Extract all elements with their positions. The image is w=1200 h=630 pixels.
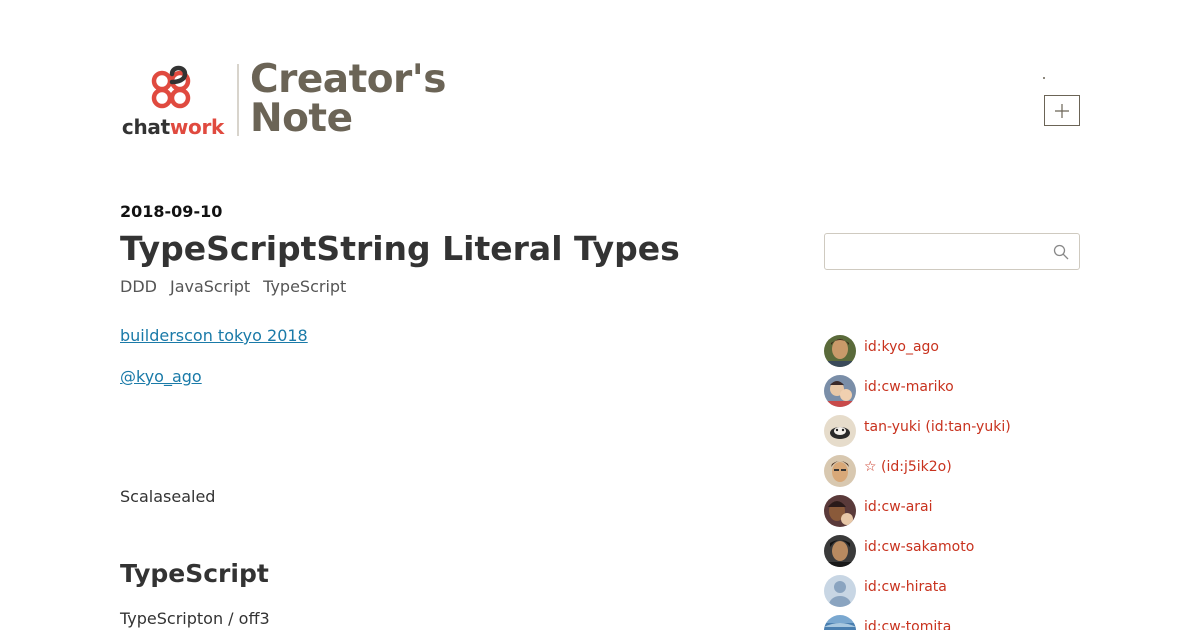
add-button[interactable] (1044, 95, 1080, 126)
site-title[interactable]: Creator's Note (250, 60, 446, 138)
tag-typescript[interactable]: TypeScript (263, 277, 346, 297)
chatwork-logo: chatwork (120, 62, 226, 138)
wordmark-chat: chat (121, 115, 170, 139)
builderscon-link[interactable]: builderscon tokyo 2018 (120, 326, 740, 346)
tag-ddd[interactable]: DDD (120, 277, 157, 297)
body-links: builderscon tokyo 2018 @kyo_ago (120, 326, 740, 387)
author-link[interactable]: id:cw-tomita (864, 617, 951, 630)
avatar[interactable] (824, 575, 856, 607)
author-item: id:cw-arai (824, 495, 1124, 527)
article: 2018-09-10 TypeScriptString Literal Type… (120, 200, 740, 628)
post-title[interactable]: TypeScriptString Literal Types (120, 227, 740, 271)
wordmark-work: work (169, 115, 225, 139)
avatar-image (824, 495, 856, 527)
plus-icon (1055, 103, 1069, 118)
avatar[interactable] (824, 495, 856, 527)
author-item: id:cw-sakamoto (824, 535, 1124, 567)
author-item: id:cw-mariko (824, 375, 1124, 407)
author-list: id:kyo_ago id:cw-mariko tan-yuki (id:tan… (824, 335, 1124, 630)
avatar-image (824, 455, 856, 487)
section-heading: TypeScript (120, 559, 269, 588)
author-link[interactable]: tan-yuki (id:tan-yuki) (864, 417, 1011, 437)
avatar[interactable] (824, 615, 856, 630)
search-icon[interactable] (1053, 244, 1069, 260)
search-box (824, 233, 1080, 270)
brand-divider (237, 64, 239, 136)
chatwork-wordmark: chatwork (122, 116, 224, 138)
avatar-image (824, 535, 856, 567)
author-link[interactable]: id:cw-mariko (864, 377, 954, 397)
avatar[interactable] (824, 455, 856, 487)
avatar[interactable] (824, 535, 856, 567)
body-paragraph: Scalasealed (120, 487, 216, 506)
author-item: id:cw-hirata (824, 575, 1124, 607)
avatar-image (824, 415, 856, 447)
search-input[interactable] (825, 234, 1045, 269)
avatar[interactable] (824, 335, 856, 367)
page: chatwork Creator's Note 2018-09-10 TypeS… (0, 0, 1200, 630)
header-dot (1043, 77, 1045, 79)
avatar-image (824, 335, 856, 367)
tag-list: DDD JavaScript TypeScript (120, 277, 740, 297)
author-link[interactable]: id:cw-hirata (864, 577, 947, 597)
avatar[interactable] (824, 375, 856, 407)
avatar-image (824, 375, 856, 407)
author-item: id:kyo_ago (824, 335, 1124, 367)
author-item: id:cw-tomita (824, 615, 1124, 630)
author-link[interactable]: id:kyo_ago (864, 337, 939, 357)
body-paragraph: TypeScripton / off3 (120, 609, 270, 628)
author-link[interactable]: ☆ (id:j5ik2o) (864, 457, 952, 477)
author-item: ☆ (id:j5ik2o) (824, 455, 1124, 487)
post-date[interactable]: 2018-09-10 (120, 200, 740, 224)
site-title-line-2: Note (250, 96, 353, 141)
chatwork-logo-icon (151, 65, 191, 109)
author-item: tan-yuki (id:tan-yuki) (824, 415, 1124, 447)
author-link[interactable]: id:cw-arai (864, 497, 933, 517)
tag-javascript[interactable]: JavaScript (170, 277, 250, 297)
site-title-line-1: Creator's (250, 57, 446, 102)
site-brand[interactable]: chatwork Creator's Note (120, 60, 447, 138)
avatar-image (824, 615, 856, 630)
kyo-ago-link[interactable]: @kyo_ago (120, 367, 740, 387)
avatar[interactable] (824, 415, 856, 447)
author-link[interactable]: id:cw-sakamoto (864, 537, 974, 557)
avatar-image (824, 575, 856, 607)
